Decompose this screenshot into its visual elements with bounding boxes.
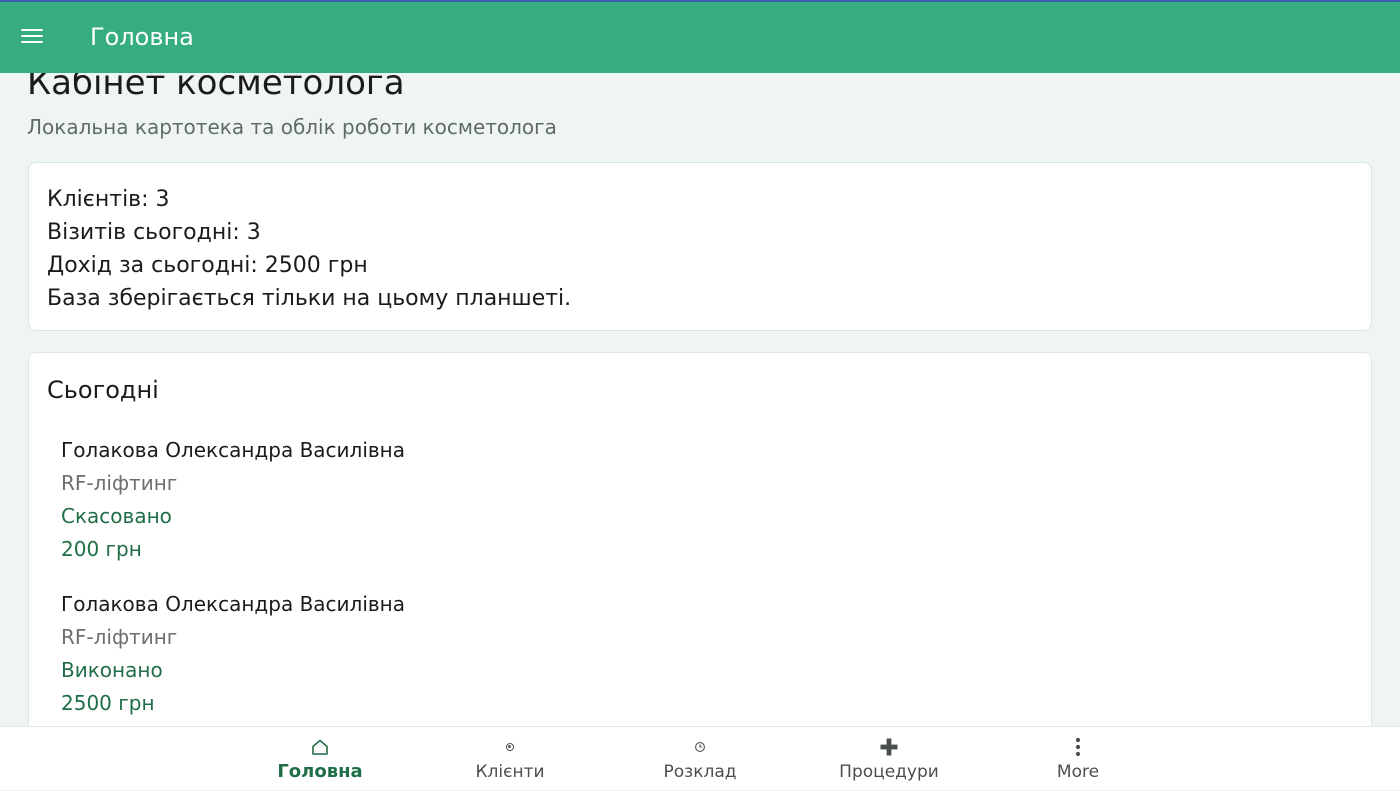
stat-visits-today: Візитів сьогодні: 3: [47, 220, 261, 245]
stat-clients: Клієнтів: 3: [47, 187, 170, 212]
nav-item-clients[interactable]: Клієнти: [430, 727, 590, 791]
visit-status: Виконано: [61, 658, 163, 682]
today-card: Сьогодні Голакова Олександра Василівна R…: [28, 352, 1372, 726]
menu-icon-line: [21, 41, 43, 44]
nav-label-clients: Клієнти: [475, 762, 545, 782]
today-section-title: Сьогодні: [47, 376, 159, 404]
nav-item-procedures[interactable]: Процедури: [809, 727, 969, 791]
visit-price: 200 грн: [61, 537, 142, 561]
stat-income-today: Дохід за сьогодні: 2500 грн: [47, 253, 368, 278]
visit-procedure: RF-ліфтинг: [61, 471, 178, 495]
menu-button[interactable]: [14, 20, 50, 56]
visit-status: Скасовано: [61, 504, 172, 528]
plus-icon: [809, 735, 969, 759]
visit-price: 2500 грн: [61, 691, 155, 715]
nav-label-more: More: [1056, 762, 1100, 782]
page-subtitle: Локальна картотека та облік роботи косме…: [27, 115, 557, 139]
home-icon: [240, 735, 400, 759]
main-content[interactable]: Кабінет косметолога Локальна картотека т…: [0, 73, 1400, 726]
visit-client-name: Голакова Олександра Василівна: [61, 592, 405, 616]
nav-label-home: Головна: [277, 761, 363, 782]
top-app-bar: Головна: [0, 0, 1400, 73]
app-bar-title: Головна: [90, 23, 194, 51]
clients-icon: [430, 735, 590, 759]
stats-card: Клієнтів: 3 Візитів сьогодні: 3 Дохід за…: [28, 162, 1372, 331]
schedule-icon: [620, 735, 780, 759]
nav-item-schedule[interactable]: Розклад: [620, 727, 780, 791]
menu-icon-line: [21, 35, 43, 38]
menu-icon-line: [21, 29, 43, 32]
nav-label-procedures: Процедури: [839, 762, 939, 782]
page-title: Кабінет косметолога: [27, 73, 405, 103]
visit-item[interactable]: Голакова Олександра Василівна RF-ліфтинг…: [61, 434, 1353, 566]
nav-label-schedule: Розклад: [663, 762, 737, 782]
nav-item-more[interactable]: More: [998, 727, 1158, 791]
nav-item-home[interactable]: Головна: [240, 727, 400, 791]
visit-procedure: RF-ліфтинг: [61, 625, 178, 649]
storage-note: База зберігається тільки на цьому планше…: [47, 286, 572, 311]
visit-client-name: Голакова Олександра Василівна: [61, 438, 405, 462]
more-vertical-icon: [998, 735, 1158, 759]
visit-item[interactable]: Голакова Олександра Василівна RF-ліфтинг…: [61, 588, 1353, 720]
bottom-navigation: Головна Клієнти Розклад Процедури More: [0, 726, 1400, 790]
